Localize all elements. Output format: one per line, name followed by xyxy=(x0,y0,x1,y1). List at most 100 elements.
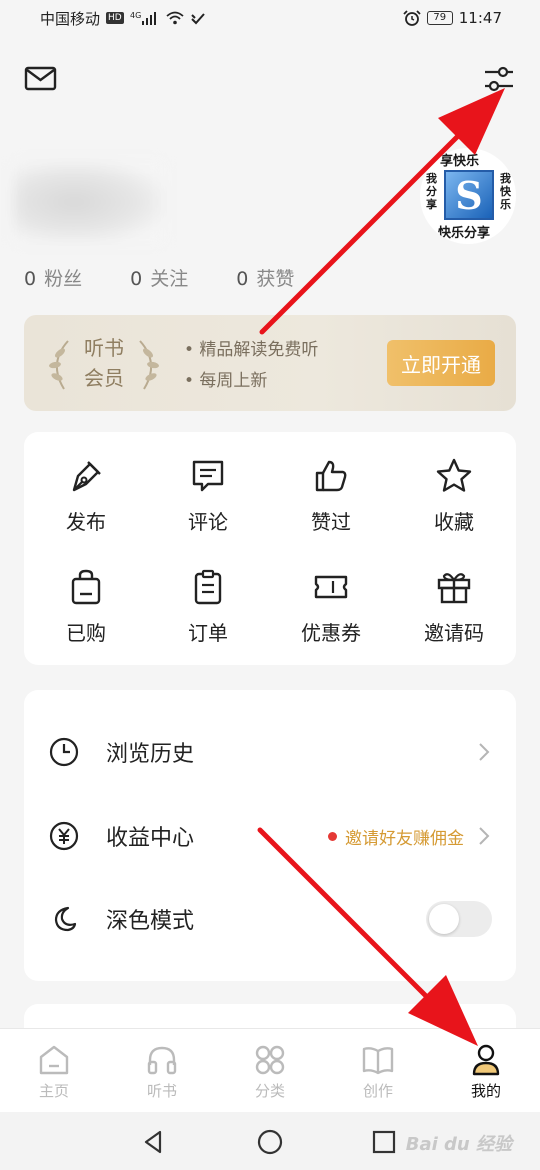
status-bar: 中国移动 HD 4G 79 11:47 xyxy=(0,0,540,36)
ticket-icon xyxy=(314,575,348,599)
moon-icon xyxy=(54,906,77,932)
grid-item-coupons[interactable]: 优惠券 xyxy=(281,567,381,646)
menu-label: 收益中心 xyxy=(106,826,195,851)
menu-label: 深色模式 xyxy=(106,909,195,934)
grid-item-orders[interactable]: 订单 xyxy=(158,567,258,646)
user-icon xyxy=(472,1044,500,1076)
watermark: Bai du 经验 xyxy=(405,1134,512,1155)
tab-label: 分类 xyxy=(254,1082,285,1100)
stat-fans[interactable]: 0 粉丝 xyxy=(24,264,82,291)
username-blurred xyxy=(14,162,164,242)
grid-item-comment[interactable]: 评论 xyxy=(158,456,258,535)
comment-icon xyxy=(192,460,224,492)
book-icon xyxy=(362,1047,394,1075)
tab-create[interactable]: 创作 xyxy=(324,1029,432,1112)
clock-icon xyxy=(49,737,79,767)
wifi-icon xyxy=(166,11,184,25)
grid-item-liked[interactable]: 赞过 xyxy=(281,456,381,535)
vip-badge-line2: 会员 xyxy=(84,366,124,390)
vip-benefits: • 精品解读免费听 • 每周上新 xyxy=(184,335,318,397)
system-nav-bar: Bai du 经验 xyxy=(0,1112,540,1170)
promo-text: 邀请好友赚佣金 xyxy=(345,828,464,849)
vip-badge-line1: 听书 xyxy=(84,336,124,360)
carrier-label: 中国移动 xyxy=(40,9,101,28)
grid-label: 赞过 xyxy=(311,510,351,534)
gift-icon xyxy=(437,573,471,604)
earnings-promo[interactable]: 邀请好友赚佣金 xyxy=(328,824,464,849)
stat-value: 0 xyxy=(236,268,249,290)
stat-likes[interactable]: 0 获赞 xyxy=(236,264,294,291)
stat-label: 粉丝 xyxy=(44,268,83,290)
bag-icon xyxy=(71,569,101,605)
home-icon xyxy=(39,1045,69,1075)
yuan-coin-icon xyxy=(49,821,79,851)
avatar-text-right: 我快乐 xyxy=(500,172,511,211)
tab-label: 主页 xyxy=(38,1082,69,1100)
red-dot-badge xyxy=(328,831,337,841)
menu-row-dark-mode: 深色模式 xyxy=(24,889,516,949)
grid-label: 优惠券 xyxy=(301,621,361,645)
profile-stats: 0 粉丝 0 关注 0 获赞 xyxy=(24,264,294,291)
alarm-icon xyxy=(403,10,421,26)
headphones-icon xyxy=(147,1046,177,1075)
bottom-tab-bar: 主页 听书 分类 创作 我的 xyxy=(0,1028,540,1112)
tab-label: 我的 xyxy=(470,1082,501,1100)
signal-icon: 4G xyxy=(130,11,156,25)
grid-label: 订单 xyxy=(188,621,228,645)
recents-icon[interactable] xyxy=(370,1128,398,1156)
dark-mode-toggle[interactable] xyxy=(426,901,492,937)
clipboard-icon xyxy=(194,569,222,605)
toggle-knob xyxy=(429,904,459,934)
stat-following[interactable]: 0 关注 xyxy=(130,264,188,291)
grid-item-invite-code[interactable]: 邀请码 xyxy=(404,567,504,646)
mail-icon[interactable] xyxy=(24,62,58,96)
vip-benefit: • 每周上新 xyxy=(184,371,268,391)
hd-tag: HD xyxy=(106,12,124,24)
svg-text:4G: 4G xyxy=(130,11,141,20)
star-icon xyxy=(436,458,472,492)
settings-sliders-icon[interactable] xyxy=(482,62,516,96)
chevron-right-icon xyxy=(479,743,490,761)
grid-label: 评论 xyxy=(188,510,228,534)
back-icon[interactable] xyxy=(140,1128,168,1156)
avatar-text-left: 我分享 xyxy=(426,172,437,211)
avatar-logo: S xyxy=(444,170,494,220)
grid-label: 邀请码 xyxy=(424,621,484,645)
vip-badge: 听书 会员 xyxy=(54,333,154,393)
stat-label: 获赞 xyxy=(256,268,295,290)
avatar-text-bottom: 快乐分享 xyxy=(438,226,491,241)
tab-me[interactable]: 我的 xyxy=(432,1029,540,1112)
tab-label: 创作 xyxy=(362,1082,393,1100)
grid-label: 发布 xyxy=(66,510,106,534)
thumbs-up-icon xyxy=(315,460,347,492)
menu-row-history[interactable]: 浏览历史 xyxy=(24,722,516,782)
vip-open-button[interactable]: 立即开通 xyxy=(387,340,495,386)
tab-audiobooks[interactable]: 听书 xyxy=(108,1029,216,1112)
grid-label: 收藏 xyxy=(434,510,474,534)
menu-label: 浏览历史 xyxy=(106,742,195,767)
tab-label: 听书 xyxy=(146,1082,177,1100)
home-circle-icon[interactable] xyxy=(256,1128,284,1156)
stat-value: 0 xyxy=(130,268,143,290)
chevron-right-icon xyxy=(479,827,490,845)
grid-item-publish[interactable]: 发布 xyxy=(36,456,136,535)
avatar[interactable]: 享快乐 我分享 我快乐 S 快乐分享 xyxy=(420,148,516,244)
menu-row-earnings[interactable]: 收益中心 邀请好友赚佣金 xyxy=(24,806,516,866)
grid-item-purchased[interactable]: 已购 xyxy=(36,567,136,646)
avatar-text-top: 享快乐 xyxy=(440,154,480,169)
grid-label: 已购 xyxy=(66,621,106,645)
stat-label: 关注 xyxy=(150,268,189,290)
tab-home[interactable]: 主页 xyxy=(0,1029,108,1112)
grid-item-favorites[interactable]: 收藏 xyxy=(404,456,504,535)
pen-icon xyxy=(72,461,101,492)
battery-icon: 79 xyxy=(426,11,453,25)
vip-membership-card[interactable]: 听书 会员 • 精品解读免费听 • 每周上新 立即开通 xyxy=(24,315,516,411)
tab-categories[interactable]: 分类 xyxy=(216,1029,324,1112)
stat-value: 0 xyxy=(24,268,37,290)
clock: 11:47 xyxy=(458,9,502,27)
function-grid: 发布 评论 赞过 收藏 已购 订单 优惠券 邀请码 xyxy=(24,432,516,665)
link-icon xyxy=(191,13,205,25)
grid-icon xyxy=(255,1045,285,1075)
vip-benefit: • 精品解读免费听 xyxy=(184,340,319,360)
settings-menu: 浏览历史 收益中心 邀请好友赚佣金 深色模式 xyxy=(24,690,516,981)
